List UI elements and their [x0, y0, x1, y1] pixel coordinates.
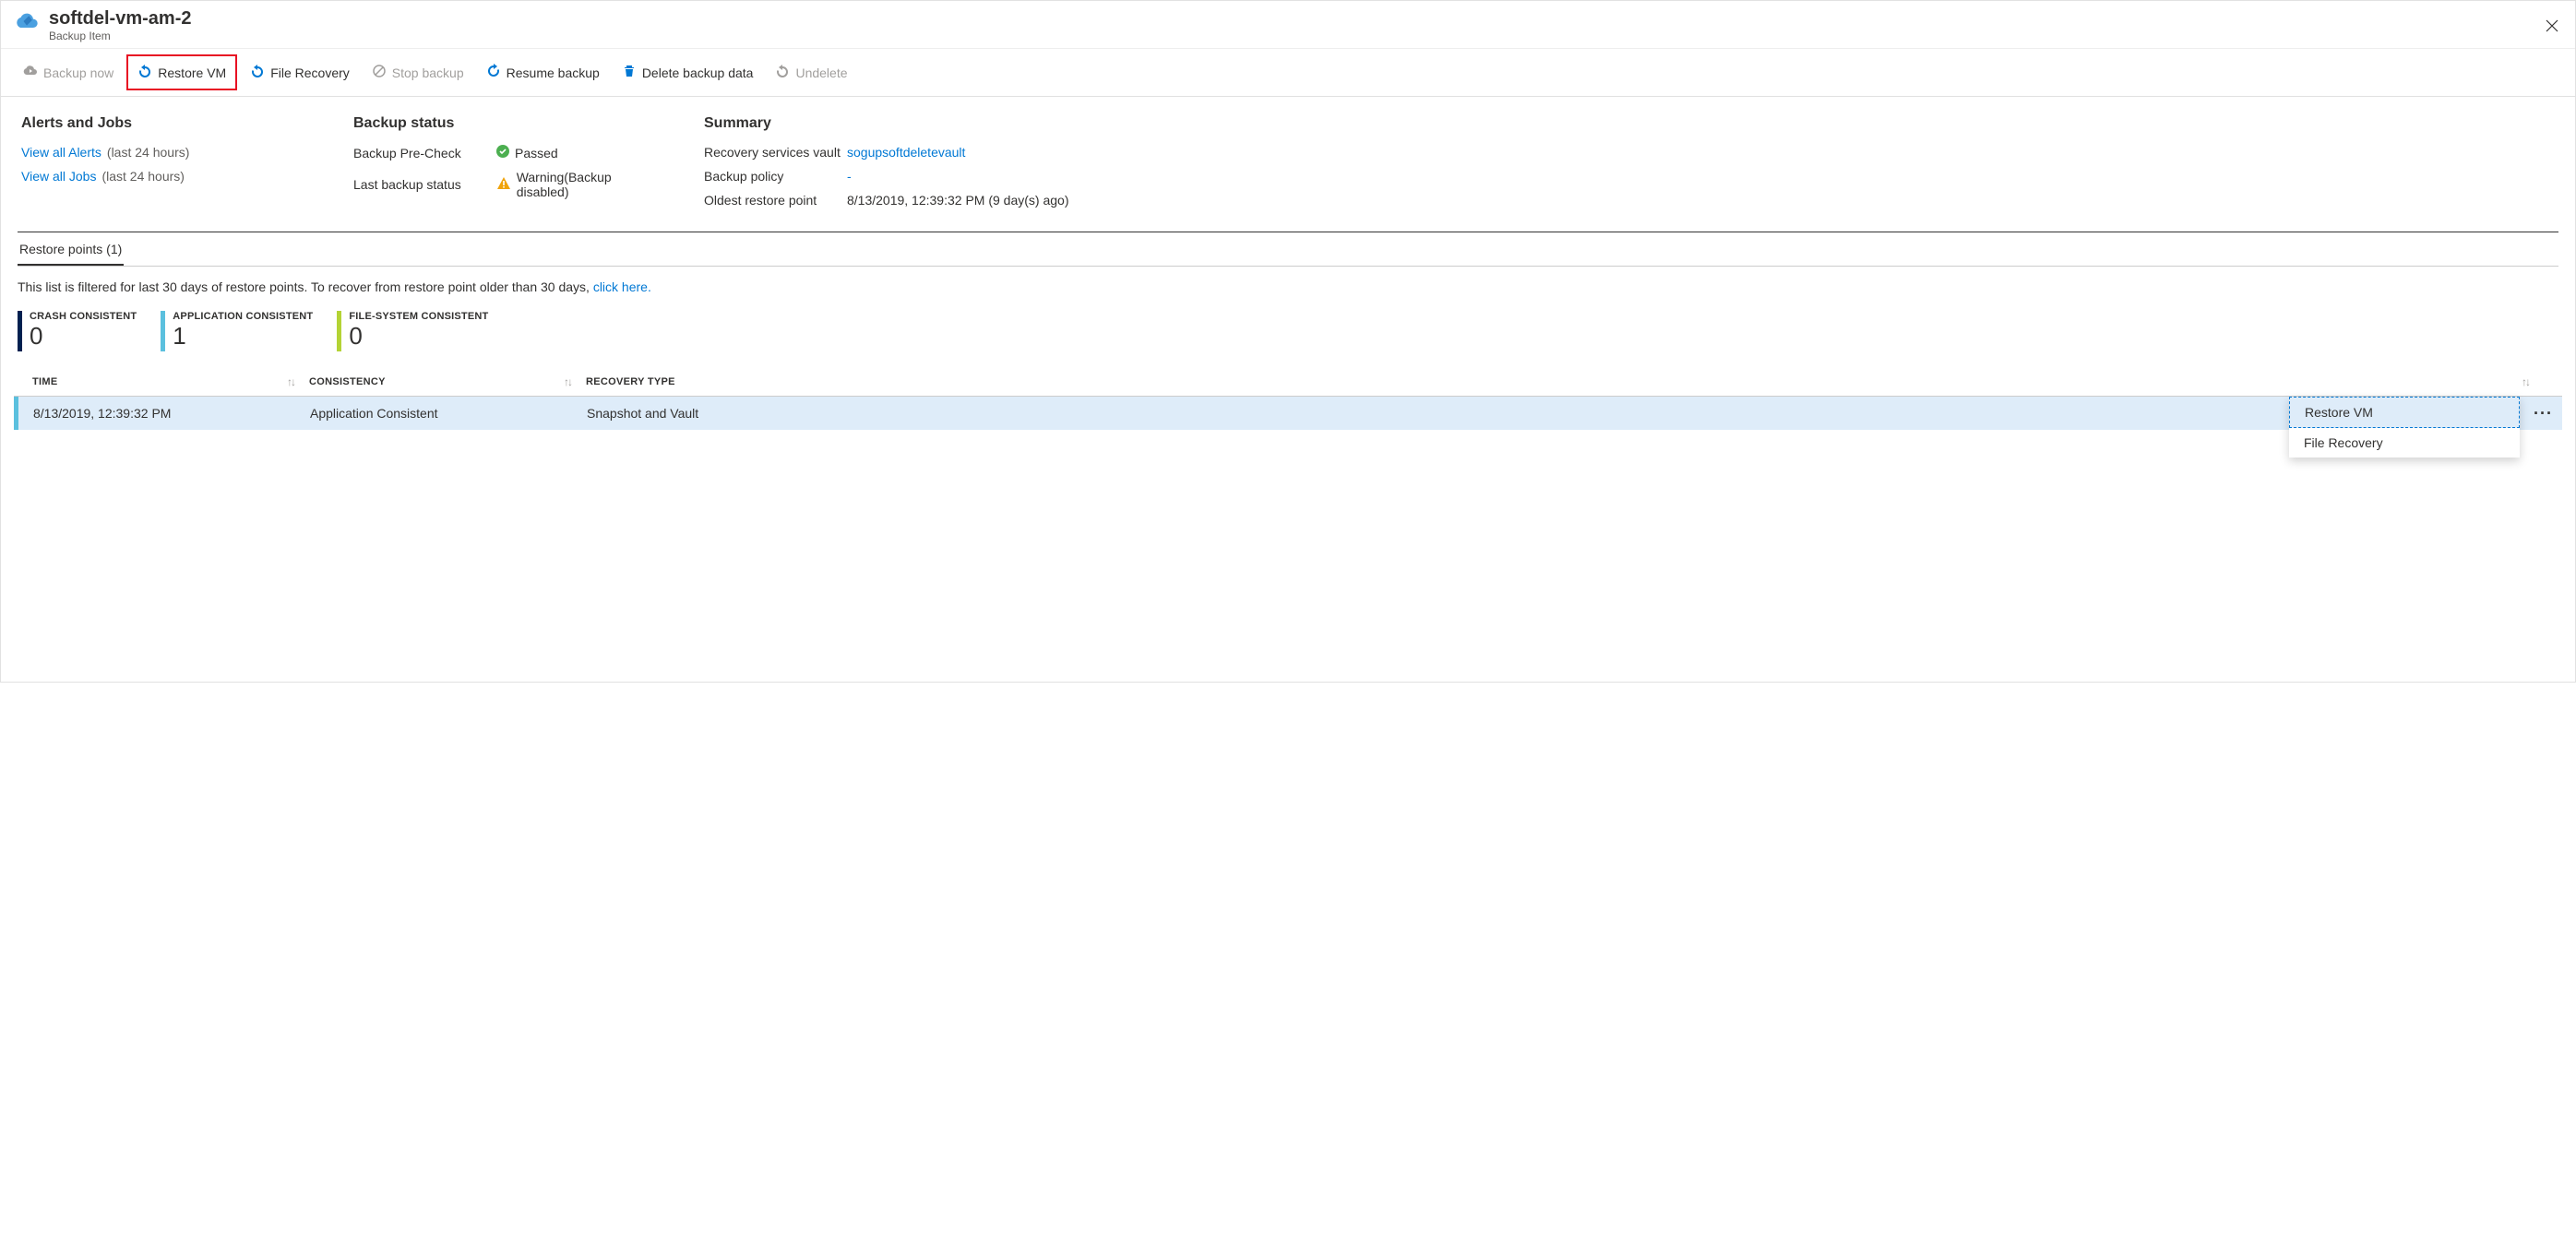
stat-filesystem-consistent: FILE-SYSTEM CONSISTENT 0	[337, 311, 488, 351]
toolbar: Backup now Restore VM File Recovery Stop…	[1, 49, 2575, 97]
sort-icon: ↑↓	[2522, 375, 2529, 388]
sort-icon: ↑↓	[564, 375, 571, 388]
cell-consistency: Application Consistent	[310, 406, 587, 421]
delete-backup-button[interactable]: Delete backup data	[613, 58, 763, 87]
vault-label: Recovery services vault	[704, 145, 847, 160]
undo-icon	[775, 64, 790, 81]
stop-icon	[372, 64, 387, 81]
stat-bar-icon	[18, 311, 22, 351]
summary-panel: Summary Recovery services vault sogupsof…	[704, 115, 2555, 217]
vm-cloud-icon	[14, 8, 40, 34]
alerts-jobs-panel: Alerts and Jobs View all Alerts (last 24…	[21, 115, 316, 217]
last-backup-value: Warning(Backup disabled)	[517, 170, 667, 199]
restore-points-table: TIME↑↓ CONSISTENCY↑↓ RECOVERY TYPE↑↓ 8/1…	[14, 368, 2562, 430]
context-file-recovery[interactable]: File Recovery	[2289, 428, 2520, 458]
undo-icon	[137, 64, 152, 81]
page-subtitle: Backup Item	[49, 30, 191, 42]
undelete-button: Undelete	[766, 58, 856, 87]
table-row[interactable]: 8/13/2019, 12:39:32 PM Application Consi…	[14, 397, 2562, 430]
last24-label: (last 24 hours)	[107, 145, 189, 160]
summary-heading: Summary	[704, 115, 2555, 132]
trash-icon	[622, 64, 637, 81]
stat-bar-icon	[337, 311, 341, 351]
policy-link[interactable]: -	[847, 169, 852, 184]
restore-vm-button[interactable]: Restore VM	[126, 54, 237, 90]
table-header: TIME↑↓ CONSISTENCY↑↓ RECOVERY TYPE↑↓	[14, 368, 2562, 397]
consistency-stats: CRASH CONSISTENT 0 APPLICATION CONSISTEN…	[1, 294, 2575, 368]
row-more-button[interactable]: ···	[2524, 397, 2562, 430]
column-recovery-type[interactable]: RECOVERY TYPE↑↓	[586, 375, 2544, 388]
close-button[interactable]	[2542, 14, 2562, 41]
refresh-icon	[486, 64, 501, 81]
column-consistency[interactable]: CONSISTENCY↑↓	[309, 375, 586, 388]
precheck-label: Backup Pre-Check	[353, 146, 496, 160]
page-header: softdel-vm-am-2 Backup Item	[1, 1, 2575, 49]
row-context-menu: Restore VM File Recovery	[2289, 397, 2520, 458]
view-all-jobs-link[interactable]: View all Jobs	[21, 169, 96, 184]
filter-info: This list is filtered for last 30 days o…	[1, 267, 2575, 294]
precheck-value: Passed	[515, 146, 558, 160]
tabs: Restore points (1)	[1, 232, 2575, 266]
check-circle-icon	[496, 145, 509, 160]
cloud-backup-icon	[23, 64, 38, 81]
sort-icon: ↑↓	[287, 375, 294, 388]
cell-time: 8/13/2019, 12:39:32 PM	[33, 406, 310, 421]
context-restore-vm[interactable]: Restore VM	[2289, 397, 2520, 428]
alerts-jobs-heading: Alerts and Jobs	[21, 115, 316, 132]
stop-backup-button: Stop backup	[363, 58, 473, 87]
last-backup-label: Last backup status	[353, 177, 496, 192]
stat-application-consistent: APPLICATION CONSISTENT 1	[161, 311, 313, 351]
oldest-label: Oldest restore point	[704, 193, 847, 208]
view-all-alerts-link[interactable]: View all Alerts	[21, 145, 101, 160]
backup-now-button: Backup now	[14, 58, 123, 87]
vault-link[interactable]: sogupsoftdeletevault	[847, 145, 965, 160]
info-panels: Alerts and Jobs View all Alerts (last 24…	[1, 97, 2575, 224]
last24-label: (last 24 hours)	[101, 169, 184, 184]
tab-restore-points[interactable]: Restore points (1)	[18, 232, 124, 266]
oldest-value: 8/13/2019, 12:39:32 PM (9 day(s) ago)	[847, 193, 1068, 208]
warning-icon	[496, 176, 511, 194]
resume-backup-button[interactable]: Resume backup	[477, 58, 609, 87]
backup-status-panel: Backup status Backup Pre-Check Passed La…	[353, 115, 667, 217]
undo-icon	[250, 64, 265, 81]
stat-crash-consistent: CRASH CONSISTENT 0	[18, 311, 137, 351]
column-time[interactable]: TIME↑↓	[32, 375, 309, 388]
click-here-link[interactable]: click here.	[593, 279, 651, 294]
policy-label: Backup policy	[704, 169, 847, 184]
cell-recovery-type: Snapshot and Vault	[587, 406, 2510, 421]
stat-bar-icon	[161, 311, 165, 351]
file-recovery-button[interactable]: File Recovery	[241, 58, 359, 87]
backup-status-heading: Backup status	[353, 115, 667, 132]
page-title: softdel-vm-am-2	[49, 8, 191, 30]
